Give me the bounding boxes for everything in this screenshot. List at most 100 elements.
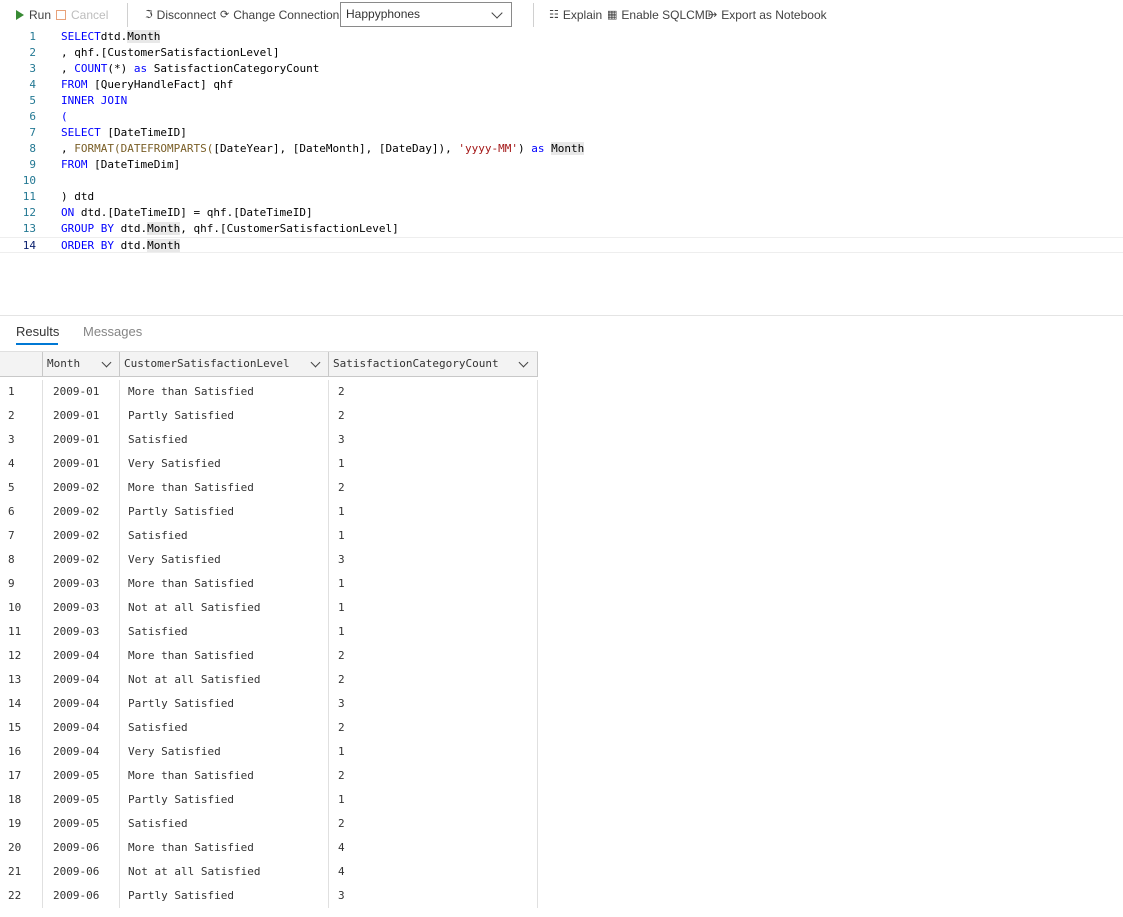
cell-month[interactable]: 2009-01 xyxy=(42,404,120,428)
table-row[interactable]: 4 2009-01 Very Satisfied 1 xyxy=(0,452,538,476)
code-line[interactable]: 1 SELECTdtd.Month xyxy=(0,29,1123,45)
cell-category-count[interactable]: 3 xyxy=(329,692,538,716)
table-row[interactable]: 6 2009-02 Partly Satisfied 1 xyxy=(0,500,538,524)
cell-month[interactable]: 2009-02 xyxy=(42,548,120,572)
disconnect-button[interactable]: ℑ Disconnect xyxy=(145,7,216,23)
explain-button[interactable]: ☷ Explain xyxy=(549,7,602,23)
chevron-down-icon[interactable] xyxy=(310,357,321,368)
cell-satisfaction-level[interactable]: Partly Satisfied xyxy=(120,692,329,716)
cell-category-count[interactable]: 1 xyxy=(329,452,538,476)
cell-month[interactable]: 2009-02 xyxy=(42,524,120,548)
cell-satisfaction-level[interactable]: Satisfied xyxy=(120,428,329,452)
row-number[interactable]: 18 xyxy=(0,788,42,812)
table-row[interactable]: 21 2009-06 Not at all Satisfied 4 xyxy=(0,860,538,884)
code-line[interactable]: 9 FROM [DateTimeDim] xyxy=(0,157,1123,173)
cell-month[interactable]: 2009-05 xyxy=(42,788,120,812)
cell-satisfaction-level[interactable]: Satisfied xyxy=(120,524,329,548)
cell-month[interactable]: 2009-04 xyxy=(42,692,120,716)
cell-month[interactable]: 2009-04 xyxy=(42,740,120,764)
code-line[interactable]: 11) dtd xyxy=(0,189,1123,205)
table-row[interactable]: 19 2009-05 Satisfied 2 xyxy=(0,812,538,836)
change-connection-button[interactable]: ⟳ Change Connection xyxy=(220,7,339,23)
table-row[interactable]: 2 2009-01 Partly Satisfied 2 xyxy=(0,404,538,428)
table-row[interactable]: 10 2009-03 Not at all Satisfied 1 xyxy=(0,596,538,620)
cell-satisfaction-level[interactable]: Satisfied xyxy=(120,716,329,740)
cell-month[interactable]: 2009-03 xyxy=(42,596,120,620)
cell-category-count[interactable]: 3 xyxy=(329,428,538,452)
cell-satisfaction-level[interactable]: More than Satisfied xyxy=(120,380,329,404)
cell-category-count[interactable]: 3 xyxy=(329,884,538,908)
column-header-month[interactable]: Month xyxy=(42,352,120,377)
cell-category-count[interactable]: 1 xyxy=(329,788,538,812)
row-number[interactable]: 22 xyxy=(0,884,42,908)
code-line[interactable]: 2 , qhf.[CustomerSatisfactionLevel] xyxy=(0,45,1123,61)
table-row[interactable]: 14 2009-04 Partly Satisfied 3 xyxy=(0,692,538,716)
export-notebook-button[interactable]: ↦ Export as Notebook xyxy=(708,7,827,23)
cell-category-count[interactable]: 2 xyxy=(329,404,538,428)
table-row[interactable]: 20 2009-06 More than Satisfied 4 xyxy=(0,836,538,860)
connection-select[interactable]: Happyphones xyxy=(340,2,512,27)
row-number[interactable]: 4 xyxy=(0,452,42,476)
run-button[interactable]: Run xyxy=(14,7,51,23)
column-header-satisfaction-level[interactable]: CustomerSatisfactionLevel xyxy=(119,352,329,377)
table-row[interactable]: 9 2009-03 More than Satisfied 1 xyxy=(0,572,538,596)
cell-category-count[interactable]: 2 xyxy=(329,644,538,668)
table-row[interactable]: 7 2009-02 Satisfied 1 xyxy=(0,524,538,548)
cell-month[interactable]: 2009-03 xyxy=(42,620,120,644)
row-number[interactable]: 5 xyxy=(0,476,42,500)
cell-month[interactable]: 2009-03 xyxy=(42,572,120,596)
cell-month[interactable]: 2009-02 xyxy=(42,500,120,524)
cell-category-count[interactable]: 2 xyxy=(329,812,538,836)
row-number[interactable]: 3 xyxy=(0,428,42,452)
cell-satisfaction-level[interactable]: Satisfied xyxy=(120,812,329,836)
table-row[interactable]: 12 2009-04 More than Satisfied 2 xyxy=(0,644,538,668)
row-number[interactable]: 7 xyxy=(0,524,42,548)
cell-category-count[interactable]: 1 xyxy=(329,524,538,548)
cell-category-count[interactable]: 1 xyxy=(329,596,538,620)
code-line[interactable]: 14 ORDER BY dtd.Month xyxy=(0,237,1123,253)
code-line[interactable]: 7 SELECT [DateTimeID] xyxy=(0,125,1123,141)
cell-category-count[interactable]: 3 xyxy=(329,548,538,572)
table-row[interactable]: 15 2009-04 Satisfied 2 xyxy=(0,716,538,740)
cell-satisfaction-level[interactable]: Very Satisfied xyxy=(120,548,329,572)
cell-category-count[interactable]: 2 xyxy=(329,380,538,404)
cell-category-count[interactable]: 4 xyxy=(329,860,538,884)
code-line[interactable]: 5 INNER JOIN xyxy=(0,93,1123,109)
row-number[interactable]: 11 xyxy=(0,620,42,644)
code-line[interactable]: 13 GROUP BY dtd.Month, qhf.[CustomerSatis… xyxy=(0,221,1123,237)
cell-month[interactable]: 2009-06 xyxy=(42,884,120,908)
cell-satisfaction-level[interactable]: Partly Satisfied xyxy=(120,788,329,812)
row-number[interactable]: 2 xyxy=(0,404,42,428)
chevron-down-icon[interactable] xyxy=(101,357,112,368)
cell-month[interactable]: 2009-06 xyxy=(42,836,120,860)
cancel-button[interactable]: Cancel xyxy=(56,7,108,23)
cell-month[interactable]: 2009-05 xyxy=(42,812,120,836)
query-editor[interactable]: 1 SELECTdtd.Month 2, qhf.[CustomerSatisfac… xyxy=(0,29,1123,259)
code-line[interactable]: 8, FORMAT(DATEFROMPARTS([DateYear], [Dat… xyxy=(0,141,1123,157)
table-row[interactable]: 16 2009-04 Very Satisfied 1 xyxy=(0,740,538,764)
cell-satisfaction-level[interactable]: Not at all Satisfied xyxy=(120,668,329,692)
code-line[interactable]: 3, COUNT(*) as SatisfactionCategoryCount xyxy=(0,61,1123,77)
cell-satisfaction-level[interactable]: More than Satisfied xyxy=(120,644,329,668)
cell-category-count[interactable]: 1 xyxy=(329,620,538,644)
cell-category-count[interactable]: 1 xyxy=(329,740,538,764)
table-row[interactable]: 1 2009-01 More than Satisfied 2 xyxy=(0,380,538,404)
cell-category-count[interactable]: 4 xyxy=(329,836,538,860)
table-row[interactable]: 17 2009-05 More than Satisfied 2 xyxy=(0,764,538,788)
code-line[interactable]: 10 xyxy=(0,173,1123,189)
cell-month[interactable]: 2009-04 xyxy=(42,716,120,740)
row-number[interactable]: 13 xyxy=(0,668,42,692)
row-number[interactable]: 16 xyxy=(0,740,42,764)
cell-satisfaction-level[interactable]: More than Satisfied xyxy=(120,836,329,860)
cell-category-count[interactable]: 1 xyxy=(329,500,538,524)
cell-satisfaction-level[interactable]: Very Satisfied xyxy=(120,452,329,476)
cell-satisfaction-level[interactable]: More than Satisfied xyxy=(120,476,329,500)
code-line[interactable]: 4 FROM [QueryHandleFact] qhf xyxy=(0,77,1123,93)
table-row[interactable]: 8 2009-02 Very Satisfied 3 xyxy=(0,548,538,572)
cell-satisfaction-level[interactable]: More than Satisfied xyxy=(120,764,329,788)
row-number[interactable]: 6 xyxy=(0,500,42,524)
table-row[interactable]: 18 2009-05 Partly Satisfied 1 xyxy=(0,788,538,812)
row-number[interactable]: 20 xyxy=(0,836,42,860)
row-number[interactable]: 15 xyxy=(0,716,42,740)
cell-category-count[interactable]: 1 xyxy=(329,572,538,596)
